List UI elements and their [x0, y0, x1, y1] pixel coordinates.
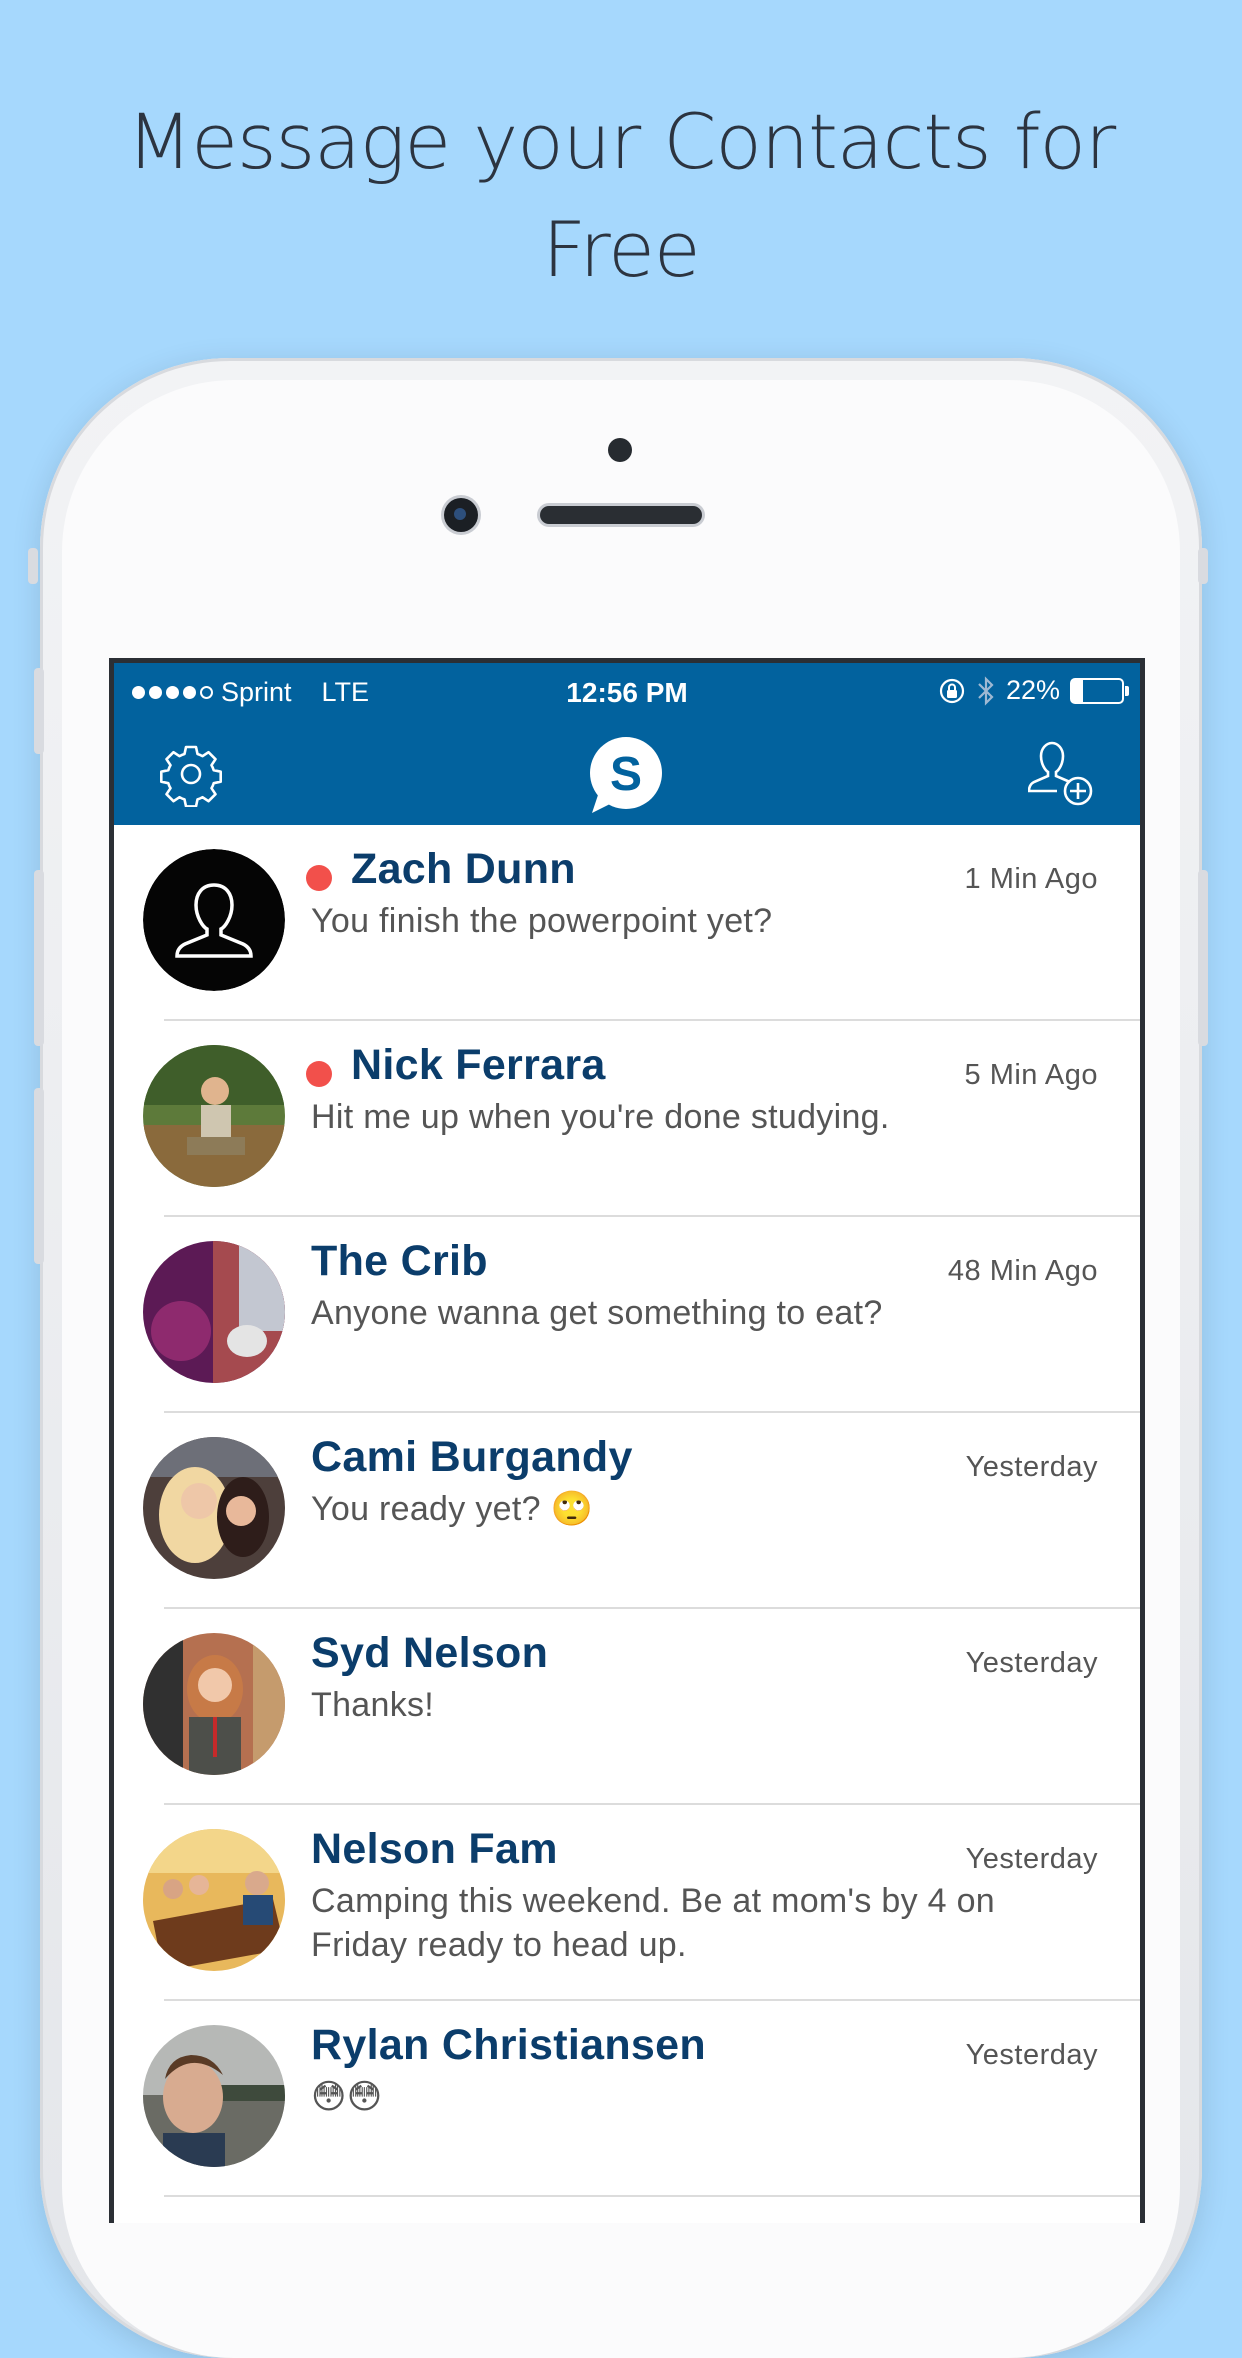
- contact-name: Cami Burgandy: [311, 1433, 633, 1481]
- headline-line-2: Free: [542, 205, 700, 294]
- message-preview: Camping this weekend. Be at mom's by 4 o…: [311, 1882, 996, 1964]
- phone-volume-extra: [34, 1088, 44, 1264]
- message-preview: You ready yet? 🙄: [311, 1490, 594, 1528]
- conversation-row[interactable]: Zach Dunn 1 Min Ago You finish the powerpo…: [114, 825, 1140, 1021]
- proximity-sensor: [608, 438, 632, 462]
- rotation-lock-icon: [939, 678, 965, 703]
- contact-name: Nelson Fam: [311, 1825, 558, 1873]
- svg-text:S: S: [610, 748, 642, 801]
- message-time: Yesterday: [965, 1647, 1098, 1679]
- contact-name: The Crib: [311, 1237, 488, 1285]
- message-time: Yesterday: [965, 1451, 1098, 1483]
- nav-bar: S: [114, 723, 1140, 825]
- row-divider: [164, 2195, 1140, 2197]
- avatar: [143, 2025, 285, 2167]
- battery-icon: [1070, 677, 1129, 704]
- phone-side-button: [28, 548, 38, 584]
- avatar: [143, 1241, 285, 1383]
- avatar: [143, 1633, 285, 1775]
- avatar: [143, 1829, 285, 1971]
- conversation-row[interactable]: Nick Ferrara 5 Min Ago Hit me up when you'…: [114, 1021, 1140, 1217]
- headline-line-1: Message your Contacts for: [126, 97, 1117, 186]
- message-time: Yesterday: [965, 2039, 1098, 2071]
- message-preview: You finish the powerpoint yet?: [311, 902, 773, 940]
- contact-name: Zach Dunn: [351, 845, 576, 893]
- conversation-row[interactable]: Nelson Fam Yesterday Camping this weekend.…: [114, 1805, 1140, 2001]
- conversation-row[interactable]: Cami Burgandy Yesterday You ready yet? 🙄: [114, 1413, 1140, 1609]
- phone-side-right: [1198, 548, 1208, 584]
- message-preview: Hit me up when you're done studying.: [311, 1098, 890, 1136]
- avatar: [143, 1045, 285, 1187]
- app-screen: Sprint LTE 12:56 PM 22% S Zach Dunn 1 Mi…: [109, 658, 1145, 2223]
- bluetooth-icon: [978, 675, 994, 706]
- conversation-row[interactable]: Syd Nelson Yesterday Thanks!: [114, 1609, 1140, 1805]
- message-time: 5 Min Ago: [964, 1059, 1098, 1091]
- app-logo-icon[interactable]: S: [586, 735, 666, 815]
- message-time: Yesterday: [965, 1843, 1098, 1875]
- add-contact-icon[interactable]: [1028, 739, 1096, 809]
- phone-volume-up: [34, 668, 44, 754]
- unread-indicator: [306, 865, 332, 891]
- phone-power-button: [1198, 870, 1208, 1046]
- avatar: [143, 849, 285, 991]
- conversation-list: Zach Dunn 1 Min Ago You finish the powerpo…: [114, 825, 1140, 2197]
- message-preview: 😳😳: [311, 2078, 383, 2116]
- conversation-row[interactable]: The Crib 48 Min Ago Anyone wanna get somet…: [114, 1217, 1140, 1413]
- message-preview: Anyone wanna get something to eat?: [311, 1294, 883, 1332]
- earpiece-speaker: [540, 506, 702, 524]
- phone-volume-down: [34, 870, 44, 1046]
- gear-icon[interactable]: [158, 741, 224, 807]
- message-preview: Thanks!: [311, 1686, 435, 1724]
- contact-name: Nick Ferrara: [351, 1041, 606, 1089]
- battery-percent: 22%: [1005, 675, 1060, 705]
- avatar: [143, 1437, 285, 1579]
- conversation-row[interactable]: Rylan Christiansen Yesterday 😳😳: [114, 2001, 1140, 2197]
- unread-indicator: [306, 1061, 332, 1087]
- message-time: 1 Min Ago: [964, 863, 1098, 895]
- contact-name: Syd Nelson: [311, 1629, 549, 1677]
- contact-name: Rylan Christiansen: [311, 2021, 706, 2069]
- status-bar: Sprint LTE 12:56 PM 22%: [114, 663, 1140, 723]
- message-time: 48 Min Ago: [947, 1255, 1098, 1287]
- front-camera: [444, 498, 478, 532]
- promo-headline: Message your Contacts for Free: [0, 88, 1242, 304]
